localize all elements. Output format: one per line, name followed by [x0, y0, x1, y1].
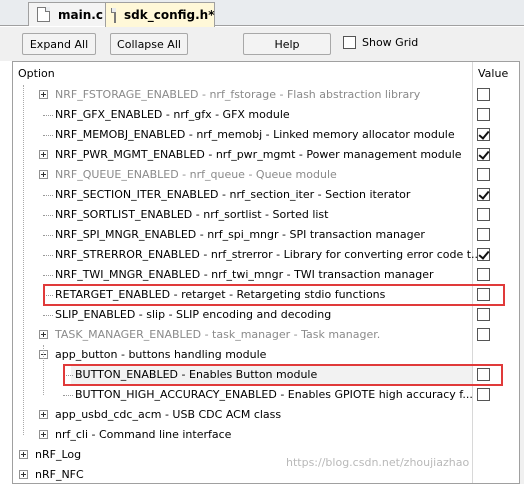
- expand-icon[interactable]: [39, 170, 48, 179]
- file-icon: [111, 7, 116, 23]
- tree-guide-line: [23, 85, 24, 435]
- tree-row[interactable]: TASK_MANAGER_ENABLED - task_manager - Ta…: [13, 325, 519, 345]
- tree-row[interactable]: app_usbd_cdc_acm - USB CDC ACM class: [13, 405, 519, 425]
- tab-main-c[interactable]: main.c: [28, 2, 106, 26]
- expand-icon[interactable]: [19, 470, 28, 479]
- tree-row-label: NRF_GFX_ENABLED - nrf_gfx - GFX module: [55, 108, 290, 121]
- option-column-header: Option: [18, 67, 55, 80]
- tree-row-label: NRF_SECTION_ITER_ENABLED - nrf_section_i…: [55, 188, 411, 201]
- tree-row-label: NRF_SORTLIST_ENABLED - nrf_sortlist - So…: [55, 208, 329, 221]
- tree-connector: [43, 195, 53, 196]
- config-tree-panel: Option Value NRF_FSTORAGE_ENABLED - nrf_…: [12, 61, 520, 484]
- tree-row[interactable]: NRF_PWR_MGMT_ENABLED - nrf_pwr_mgmt - Po…: [13, 145, 519, 165]
- value-checkbox[interactable]: [477, 148, 490, 161]
- collapse-all-button[interactable]: Collapse All: [110, 33, 188, 55]
- tree-row-label: NRF_TWI_MNGR_ENABLED - nrf_twi_mngr - TW…: [55, 268, 434, 281]
- tree-row[interactable]: NRF_SECTION_ITER_ENABLED - nrf_section_i…: [13, 185, 519, 205]
- value-column-header: Value: [478, 67, 509, 80]
- tab-sdk-config-h[interactable]: sdk_config.h*: [105, 2, 215, 27]
- value-checkbox[interactable]: [477, 208, 490, 221]
- tree-row-label: nRF_Log: [35, 448, 82, 461]
- help-button[interactable]: Help: [243, 33, 331, 55]
- tree-row-label: NRF_MEMOBJ_ENABLED - nrf_memobj - Linked…: [55, 128, 455, 141]
- tree-row-label: app_usbd_cdc_acm - USB CDC ACM class: [55, 408, 282, 421]
- show-grid-label: Show Grid: [362, 36, 419, 49]
- tree-connector: [43, 215, 53, 216]
- editor-tab-strip: main.c sdk_config.h*: [0, 0, 524, 27]
- tree-row[interactable]: NRF_QUEUE_ENABLED - nrf_queue - Queue mo…: [13, 165, 519, 185]
- tree-row-label: SLIP_ENABLED - slip - SLIP encoding and …: [55, 308, 332, 321]
- highlight-box: [63, 364, 503, 386]
- toolbar: Expand All Collapse All Help Show Grid: [0, 27, 524, 61]
- tree-row-label: NRF_STRERROR_ENABLED - nrf_strerror - Li…: [55, 248, 482, 261]
- value-checkbox[interactable]: [477, 128, 490, 141]
- value-checkbox[interactable]: [477, 88, 490, 101]
- tree-guide-line: [43, 345, 44, 395]
- tree-row-label: nrf_cli - Command line interface: [55, 428, 232, 441]
- tree-connector: [43, 115, 53, 116]
- expand-all-button[interactable]: Expand All: [22, 33, 96, 55]
- tree-row-label: app_button - buttons handling module: [55, 348, 267, 361]
- tree-row-label: NRF_FSTORAGE_ENABLED - nrf_fstorage - Fl…: [55, 88, 421, 101]
- show-grid-checkbox[interactable]: [343, 36, 356, 49]
- tree-row[interactable]: NRF_TWI_MNGR_ENABLED - nrf_twi_mngr - TW…: [13, 265, 519, 285]
- tree-row-label: TASK_MANAGER_ENABLED - task_manager - Ta…: [55, 328, 381, 341]
- tree-row[interactable]: NRF_GFX_ENABLED - nrf_gfx - GFX module: [13, 105, 519, 125]
- tree-connector: [63, 395, 73, 396]
- tree-connector: [43, 315, 53, 316]
- tree-connector: [43, 135, 53, 136]
- tree-row[interactable]: NRF_FSTORAGE_ENABLED - nrf_fstorage - Fl…: [13, 85, 519, 105]
- value-checkbox[interactable]: [477, 328, 490, 341]
- tree-row-label: BUTTON_HIGH_ACCURACY_ENABLED - Enables G…: [75, 388, 473, 401]
- expand-icon[interactable]: [39, 150, 48, 159]
- value-checkbox[interactable]: [477, 108, 490, 121]
- value-checkbox[interactable]: [477, 228, 490, 241]
- tree-row[interactable]: NRF_MEMOBJ_ENABLED - nrf_memobj - Linked…: [13, 125, 519, 145]
- tree-row[interactable]: app_button - buttons handling module: [13, 345, 519, 365]
- tree-row[interactable]: NRF_STRERROR_ENABLED - nrf_strerror - Li…: [13, 245, 519, 265]
- watermark: https://blog.csdn.net/zhoujiazhao: [286, 456, 470, 469]
- tree-row[interactable]: BUTTON_HIGH_ACCURACY_ENABLED - Enables G…: [13, 385, 519, 405]
- value-checkbox[interactable]: [477, 248, 490, 261]
- tree-row[interactable]: SLIP_ENABLED - slip - SLIP encoding and …: [13, 305, 519, 325]
- expand-icon[interactable]: [39, 410, 48, 419]
- value-checkbox[interactable]: [477, 188, 490, 201]
- expand-icon[interactable]: [39, 430, 48, 439]
- tree-row[interactable]: NRF_SORTLIST_ENABLED - nrf_sortlist - So…: [13, 205, 519, 225]
- value-checkbox[interactable]: [477, 268, 490, 281]
- expand-icon[interactable]: [39, 90, 48, 99]
- value-checkbox[interactable]: [477, 308, 490, 321]
- tree-row[interactable]: nrf_cli - Command line interface: [13, 425, 519, 445]
- expand-icon[interactable]: [39, 330, 48, 339]
- value-checkbox[interactable]: [477, 388, 490, 401]
- tree-row-label: NRF_SPI_MNGR_ENABLED - nrf_spi_mngr - SP…: [55, 228, 425, 241]
- expand-icon[interactable]: [19, 450, 28, 459]
- show-grid-toggle[interactable]: Show Grid: [343, 36, 418, 49]
- scrollbar-edge[interactable]: [520, 27, 524, 484]
- tree-row-label: NRF_QUEUE_ENABLED - nrf_queue - Queue mo…: [55, 168, 337, 181]
- tree-row-label: nRF_NFC: [35, 468, 84, 481]
- value-checkbox[interactable]: [477, 168, 490, 181]
- highlight-box: [43, 284, 505, 306]
- tree-connector: [43, 275, 53, 276]
- tree-row-label: NRF_PWR_MGMT_ENABLED - nrf_pwr_mgmt - Po…: [55, 148, 462, 161]
- tab-label: main.c: [58, 7, 103, 22]
- tree-connector: [43, 235, 53, 236]
- tree-connector: [43, 255, 53, 256]
- file-icon: [37, 7, 50, 22]
- column-header: Option Value: [13, 62, 519, 84]
- tab-label: sdk_config.h*: [124, 8, 215, 22]
- tree-row[interactable]: NRF_SPI_MNGR_ENABLED - nrf_spi_mngr - SP…: [13, 225, 519, 245]
